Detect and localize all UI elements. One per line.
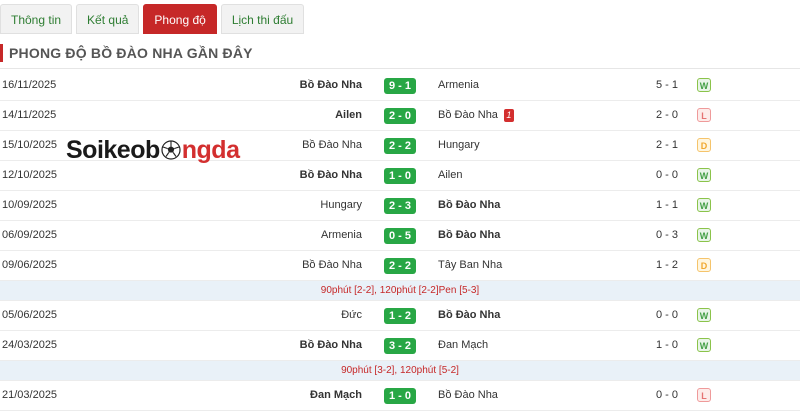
match-row[interactable]: 16/11/2025 Bồ Đào Nha 9 - 1 Armenia 5 - 1 W — [0, 71, 800, 101]
result-badge: L — [697, 108, 711, 122]
result-badge: W — [697, 228, 711, 242]
match-date: 09/06/2025 — [2, 259, 58, 271]
title-accent-bar — [0, 44, 3, 62]
match-row[interactable]: 05/06/2025 Đức 1 - 2 Bồ Đào Nha 0 - 0 W — [0, 301, 800, 331]
away-team-name: Bồ Đào Nha — [438, 309, 501, 321]
score-badge[interactable]: 9 - 1 — [384, 78, 416, 94]
half-time-score: 0 - 0 — [656, 309, 679, 321]
home-team[interactable]: Bồ Đào Nha — [300, 71, 362, 100]
away-team[interactable]: Bồ Đào Nha — [438, 191, 500, 220]
match-row[interactable]: 06/09/2025 Armenia 0 - 5 Bồ Đào Nha 0 - 3 W — [0, 221, 800, 251]
away-team-name: Hungary — [438, 139, 480, 151]
half-time-score: 1 - 2 — [656, 259, 679, 271]
away-team[interactable]: Bồ Đào Nha — [438, 381, 498, 410]
score-badge[interactable]: 0 - 5 — [384, 228, 416, 244]
away-team[interactable]: Hungary — [438, 131, 480, 160]
tab-bar: Thông tin Kết quả Phong độ Lịch thi đấu — [0, 4, 305, 34]
result-badge: W — [697, 338, 711, 352]
match-list: 16/11/2025 Bồ Đào Nha 9 - 1 Armenia 5 - 1 W 14… — [0, 71, 800, 411]
match-row[interactable]: 21/03/2025 Đan Mạch 1 - 0 Bồ Đào Nha 0 - 0L — [0, 381, 800, 411]
match-note: 90phút [3-2], 120phút [5-2] — [0, 361, 800, 381]
score-badge[interactable]: 2 - 2 — [384, 138, 416, 154]
away-team-name: Tây Ban Nha — [438, 259, 503, 271]
match-row[interactable]: 10/09/2025 Hungary 2 - 3 Bồ Đào Nha 1 - 1 W — [0, 191, 800, 221]
away-team-name: Armenia — [438, 79, 479, 91]
result-badge: W — [697, 78, 711, 92]
section-title: PHONG ĐỘ BỒ ĐÀO NHA GẦN ĐÂY — [9, 45, 253, 61]
half-time-score: 1 - 1 — [656, 199, 679, 211]
away-team-name: Bồ Đào Nha — [438, 229, 501, 241]
away-team-name: Bồ Đào Nha — [438, 199, 501, 211]
away-team-name: Bồ Đào Nha — [438, 389, 498, 401]
match-date: 10/09/2025 — [2, 199, 58, 211]
away-team-name: Bồ Đào Nha — [438, 109, 498, 121]
section-header: PHONG ĐỘ BỒ ĐÀO NHA GẦN ĐÂY — [0, 42, 800, 64]
score-badge[interactable]: 2 - 0 — [384, 108, 416, 124]
home-team[interactable]: Armenia — [321, 221, 362, 250]
soccer-ball-icon — [161, 140, 181, 160]
half-time-score: 0 - 0 — [656, 389, 679, 401]
result-badge: W — [697, 308, 711, 322]
score-badge[interactable]: 2 - 2 — [384, 258, 416, 274]
score-badge[interactable]: 1 - 0 — [384, 388, 416, 404]
away-team[interactable]: Ailen — [438, 161, 462, 190]
home-team[interactable]: Hungary — [320, 191, 362, 220]
home-team[interactable]: Bồ Đào Nha — [302, 251, 362, 280]
match-date: 05/06/2025 — [2, 309, 58, 321]
home-team[interactable]: Bồ Đào Nha — [302, 131, 362, 160]
result-badge: W — [697, 168, 711, 182]
away-team[interactable]: Đan Mạch — [438, 331, 488, 360]
away-team[interactable]: Tây Ban Nha — [438, 251, 502, 280]
away-team[interactable]: Bồ Đào Nha 1 — [438, 101, 514, 130]
tab-info[interactable]: Thông tin — [0, 4, 73, 34]
tab-form[interactable]: Phong độ — [143, 4, 217, 34]
match-date: 12/10/2025 — [2, 169, 58, 181]
match-date: 14/11/2025 — [2, 109, 57, 121]
result-badge: D — [697, 138, 711, 152]
match-row[interactable]: 14/11/2025 Ailen 2 - 0 Bồ Đào Nha 1 2 - 0 L — [0, 101, 800, 131]
half-time-score: 1 - 0 — [656, 339, 679, 351]
home-team[interactable]: Bồ Đào Nha — [300, 331, 362, 360]
home-team[interactable]: Ailen — [335, 101, 362, 130]
away-team-name: Đan Mạch — [438, 339, 489, 351]
score-badge[interactable]: 2 - 3 — [384, 198, 416, 214]
match-date: 15/10/2025 — [2, 139, 58, 151]
match-date: 24/03/2025 — [2, 339, 58, 351]
home-team[interactable]: Đức — [341, 301, 362, 330]
result-badge: D — [697, 258, 711, 272]
half-time-score: 5 - 1 — [656, 79, 679, 91]
match-date: 16/11/2025 — [2, 79, 57, 91]
tab-results[interactable]: Kết quả — [76, 4, 140, 34]
match-row[interactable]: 09/06/2025 Bồ Đào Nha 2 - 2 Tây Ban Nha 1 - … — [0, 251, 800, 281]
half-time-score: 2 - 1 — [656, 139, 679, 151]
match-date: 21/03/2025 — [2, 389, 58, 401]
away-team-name: Ailen — [438, 169, 463, 181]
logo-text-part1: Soikeob — [66, 135, 160, 164]
score-badge[interactable]: 1 - 0 — [384, 168, 416, 184]
watermark-logo: Soikeob ngda — [66, 134, 240, 166]
logo-text-part2: ngda — [181, 135, 240, 164]
half-time-score: 2 - 0 — [656, 109, 679, 121]
score-badge[interactable]: 1 - 2 — [384, 308, 416, 324]
match-date: 06/09/2025 — [2, 229, 58, 241]
away-team[interactable]: Armenia — [438, 71, 479, 100]
home-team[interactable]: Đan Mạch — [310, 381, 362, 410]
away-team[interactable]: Bồ Đào Nha — [438, 221, 500, 250]
red-card-badge: 1 — [503, 108, 514, 122]
half-time-score: 0 - 0 — [656, 169, 679, 181]
home-team[interactable]: Bồ Đào Nha — [300, 161, 362, 190]
divider — [0, 68, 800, 69]
score-badge[interactable]: 3 - 2 — [384, 338, 416, 354]
match-row[interactable]: 24/03/2025 Bồ Đào Nha 3 - 2 Đan Mạch 1 - 0 W — [0, 331, 800, 361]
away-team[interactable]: Bồ Đào Nha — [438, 301, 500, 330]
result-badge: W — [697, 198, 711, 212]
tab-schedule[interactable]: Lịch thi đấu — [220, 4, 305, 34]
match-note: 90phút [2-2], 120phút [2-2]Pen [5-3] — [0, 281, 800, 301]
half-time-score: 0 - 3 — [656, 229, 679, 241]
